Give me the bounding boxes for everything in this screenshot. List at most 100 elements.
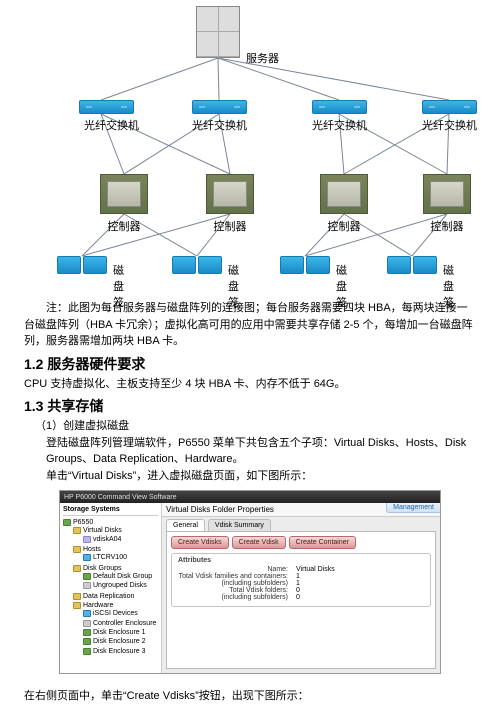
fc-switch-icon — [192, 100, 247, 114]
tree-label: vdiskA04 — [93, 536, 121, 543]
controller-node-4: 控制器 — [423, 174, 471, 234]
controller-node-1: 控制器 — [100, 174, 148, 234]
tree-label: Ungrouped Disks — [93, 582, 147, 589]
general-panel: Create Vdisks Create Vdisk Create Contai… — [166, 531, 436, 669]
diskgroup-icon — [83, 573, 91, 580]
tree-item-host-child[interactable]: LTCRV100 — [83, 553, 158, 562]
device-icon — [83, 610, 91, 617]
tab-general[interactable]: General — [166, 519, 205, 531]
server-node: 服务器 — [196, 6, 240, 58]
folder-icon — [73, 527, 81, 534]
tree-label: Disk Enclosure 2 — [93, 638, 146, 645]
attr-total-folders-sub-val: 0 — [296, 594, 300, 601]
diagram-note: 注：此图为每台服务器与磁盘阵列的连接图；每台服务器需要四块 HBA，每两块连接一… — [24, 300, 476, 350]
server-icon — [196, 6, 240, 58]
enclosure-label: 磁盘笼 — [443, 262, 454, 310]
tree-label: Default Disk Group — [93, 573, 152, 580]
tree-item-data-replication[interactable]: Data Replication — [73, 592, 158, 601]
server-label: 服务器 — [246, 50, 279, 66]
tab-vdisk-summary[interactable]: Vdisk Summary — [208, 519, 271, 531]
step-1-line1: 登陆磁盘阵列管理端软件，P6550 菜单下共包含五个子项：Virtual Dis… — [46, 435, 476, 468]
tree-label: Virtual Disks — [83, 527, 122, 534]
enclosure-icon — [83, 638, 91, 645]
sidebar-header: Storage Systems — [63, 506, 158, 516]
tree-item-vdisk-child[interactable]: vdiskA04 — [83, 535, 158, 544]
switch-label: 光纤交换机 — [84, 117, 139, 133]
tree-label: Disk Enclosure 1 — [93, 629, 146, 636]
attr-name-val: Virtual Disks — [296, 566, 335, 573]
enclosure-icon — [83, 629, 91, 636]
tree-item-disk-groups[interactable]: Disk Groups Default Disk Group Ungrouped… — [73, 564, 158, 592]
network-topology-diagram: 服务器 光纤交换机 光纤交换机 光纤交换机 光纤交换机 控制器 控制器 控 — [24, 4, 476, 294]
controller-label: 控制器 — [206, 218, 254, 234]
tree-item-dg-ungrouped[interactable]: Ungrouped Disks — [83, 581, 158, 590]
vdisk-icon — [83, 536, 91, 543]
step-1-label: （1）创建虚拟磁盘 — [35, 418, 476, 435]
controller-icon — [100, 174, 148, 214]
tree-root-label: P6550 — [73, 519, 93, 526]
switch-node-1: 光纤交换机 — [74, 100, 139, 133]
create-container-button[interactable]: Create Container — [289, 536, 356, 549]
create-vdisks-button[interactable]: Create Vdisks — [171, 536, 229, 549]
sidebar: Storage Systems P6550 Virtual Disks vdis… — [60, 503, 162, 673]
controller-node-3: 控制器 — [320, 174, 368, 234]
tree-item-hosts[interactable]: Hosts LTCRV100 — [73, 545, 158, 564]
folder-icon — [73, 593, 81, 600]
enclosure-node-2: 磁盘笼 — [172, 256, 222, 274]
tree-item-dg-default[interactable]: Default Disk Group — [83, 572, 158, 581]
tree-item-hw-controller-enc[interactable]: Controller Enclosure — [83, 619, 158, 628]
attributes-header: Attributes — [178, 557, 424, 564]
tree-item-virtual-disks[interactable]: Virtual Disks vdiskA04 — [73, 526, 158, 545]
folder-icon — [73, 565, 81, 572]
switch-label: 光纤交换机 — [312, 117, 367, 133]
tree-label: iSCSI Devices — [93, 610, 138, 617]
controller-node-2: 控制器 — [206, 174, 254, 234]
tree-label: Data Replication — [83, 593, 134, 600]
disk-enclosure-icon — [57, 256, 107, 274]
fc-switch-icon — [422, 100, 477, 114]
tree-item-hw-disk-enc-3[interactable]: Disk Enclosure 3 — [83, 647, 158, 656]
diskgroup-icon — [83, 582, 91, 589]
window-title: HP P6000 Command View Software — [64, 494, 177, 501]
enclosure-icon — [83, 648, 91, 655]
switch-node-3: 光纤交换机 — [312, 100, 367, 133]
attr-total-folders-val: 0 — [296, 587, 300, 594]
tree-root[interactable]: P6550 Virtual Disks vdiskA04 Hosts LTCRV… — [63, 518, 158, 658]
storage-icon — [63, 519, 71, 526]
controller-icon — [206, 174, 254, 214]
tree-label: Controller Enclosure — [93, 620, 156, 627]
management-link[interactable]: Management — [386, 503, 440, 513]
tree-label: Hardware — [83, 602, 113, 609]
attr-total-families-val: 1 — [296, 573, 300, 580]
fc-switch-icon — [312, 100, 367, 114]
disk-enclosure-icon — [280, 256, 330, 274]
enclosure-node-3: 磁盘笼 — [280, 256, 330, 274]
software-screenshot: HP P6000 Command View Software Storage S… — [59, 490, 441, 674]
create-vdisk-button[interactable]: Create Vdisk — [232, 536, 286, 549]
enclosure-icon — [83, 620, 91, 627]
tree-label: Disk Enclosure 3 — [93, 648, 146, 655]
enclosure-label: 磁盘笼 — [336, 262, 347, 310]
step-1-line2: 单击“Virtual Disks”，进入虚拟磁盘页面，如下图所示： — [46, 468, 476, 485]
body-1-2: CPU 支持虚拟化、主板支持至少 4 块 HBA 卡、内存不低于 64G。 — [24, 376, 476, 393]
folder-icon — [73, 546, 81, 553]
tree-item-hardware[interactable]: Hardware iSCSI Devices Controller Enclos… — [73, 601, 158, 657]
switch-label: 光纤交换机 — [422, 117, 477, 133]
tree-item-hw-disk-enc-1[interactable]: Disk Enclosure 1 — [83, 628, 158, 637]
step-1-line3: 在右侧页面中，单击“Create Vdisks”按钮，出现下图所示： — [24, 688, 476, 705]
switch-label: 光纤交换机 — [192, 117, 247, 133]
attributes-box: Attributes Name:Virtual Disks Total Vdis… — [171, 553, 431, 607]
enclosure-node-4: 磁盘笼 — [387, 256, 437, 274]
disk-enclosure-icon — [387, 256, 437, 274]
attr-total-folders-sub-key: (including subfolders) — [178, 594, 288, 601]
tree-item-hw-disk-enc-2[interactable]: Disk Enclosure 2 — [83, 637, 158, 646]
disk-enclosure-icon — [172, 256, 222, 274]
enclosure-label: 磁盘笼 — [113, 262, 124, 310]
topology-lines — [24, 4, 476, 294]
nav-tree: P6550 Virtual Disks vdiskA04 Hosts LTCRV… — [63, 518, 158, 658]
tree-item-hw-iscsi[interactable]: iSCSI Devices — [83, 609, 158, 618]
attr-total-families-key: Total Vdisk families and containers: — [178, 573, 288, 580]
attr-total-families-sub-val: 1 — [296, 580, 300, 587]
tree-label: Hosts — [83, 546, 101, 553]
enclosure-label: 磁盘笼 — [228, 262, 239, 310]
